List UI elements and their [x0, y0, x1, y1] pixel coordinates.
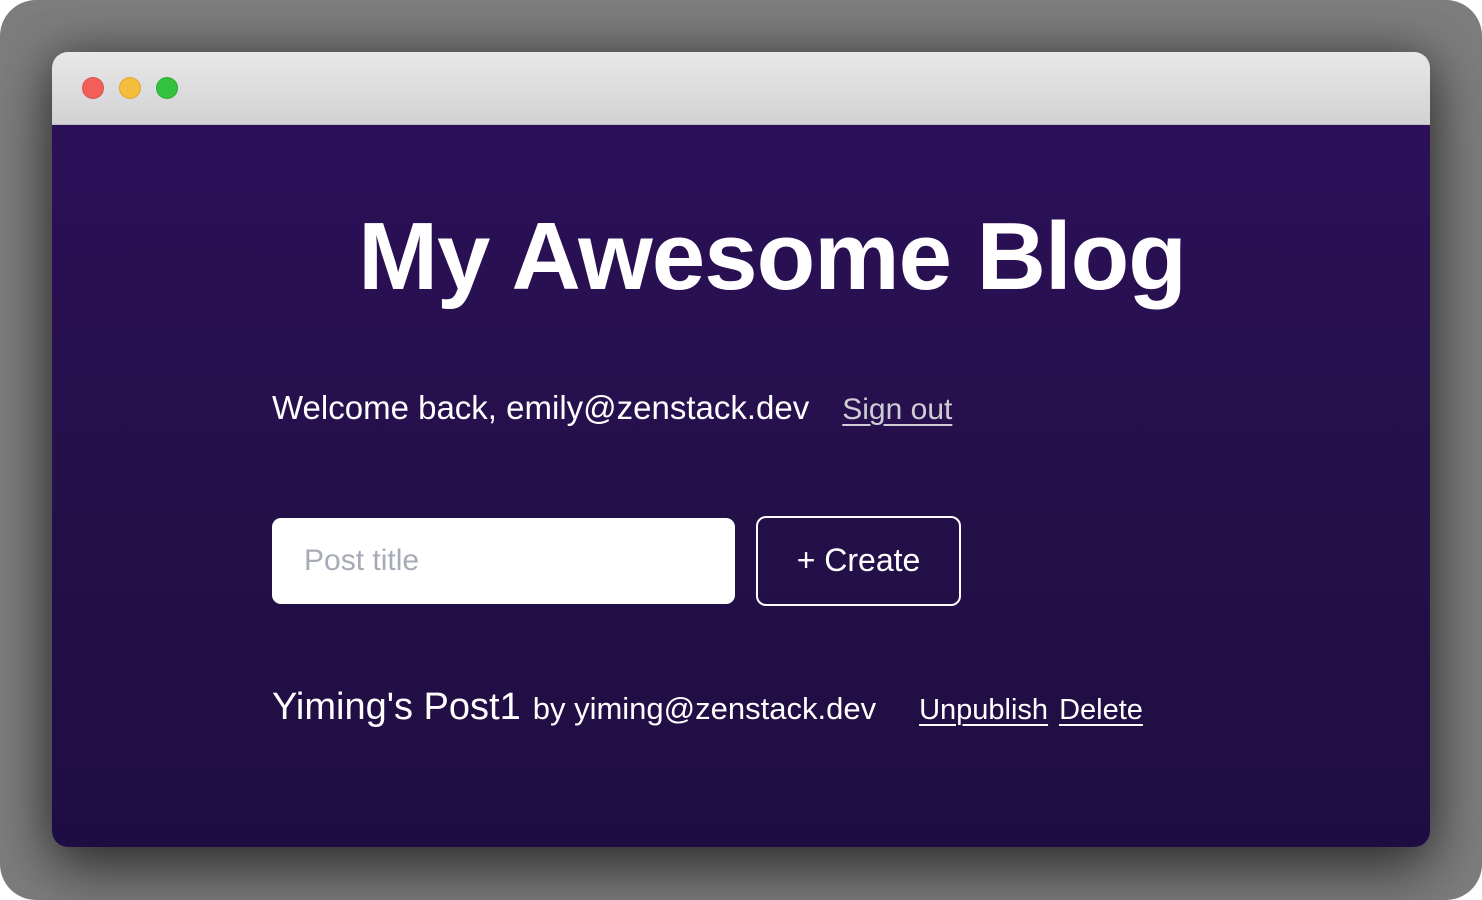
welcome-row: Welcome back, emily@zenstack.dev Sign ou…: [272, 389, 1272, 427]
signout-link[interactable]: Sign out: [842, 393, 952, 427]
post-list-item: Yiming's Post1 by yiming@zenstack.dev Un…: [272, 686, 1272, 729]
blog-page: My Awesome Blog Welcome back, emily@zens…: [52, 125, 1430, 847]
delete-link[interactable]: Delete: [1059, 694, 1143, 727]
post-byline: by yiming@zenstack.dev: [533, 691, 876, 727]
create-post-button[interactable]: + Create: [756, 516, 961, 606]
content-container: My Awesome Blog Welcome back, emily@zens…: [272, 203, 1272, 729]
zoom-button[interactable]: [156, 77, 178, 99]
post-title-input[interactable]: [272, 518, 735, 604]
app-window: My Awesome Blog Welcome back, emily@zens…: [52, 52, 1430, 847]
welcome-text: Welcome back, emily@zenstack.dev: [272, 389, 809, 427]
post-title: Yiming's Post1: [272, 686, 521, 729]
unpublish-link[interactable]: Unpublish: [919, 694, 1048, 727]
minimize-button[interactable]: [119, 77, 141, 99]
desktop-background: My Awesome Blog Welcome back, emily@zens…: [0, 0, 1482, 900]
close-button[interactable]: [82, 77, 104, 99]
page-title: My Awesome Blog: [272, 203, 1272, 311]
window-titlebar[interactable]: [52, 52, 1430, 125]
post-composer: + Create: [272, 518, 1272, 606]
post-actions: Unpublish Delete: [919, 694, 1143, 727]
